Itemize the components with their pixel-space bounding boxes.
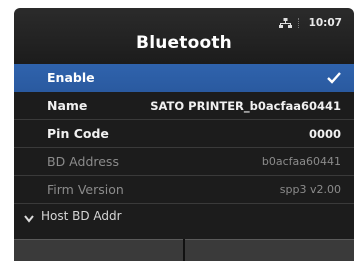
setting-pin-code[interactable]: Pin Code 0000 [14, 120, 354, 148]
setting-enable[interactable]: Enable [14, 64, 354, 92]
softkey-bar [14, 239, 354, 261]
clock: 10:07 [308, 17, 342, 29]
setting-label: BD Address [47, 154, 119, 169]
setting-label: Name [47, 98, 88, 113]
group-label: Host BD Addr [41, 209, 122, 223]
network-icon [278, 17, 292, 29]
page-title: Bluetooth [136, 33, 232, 53]
status-bar: 10:07 [278, 16, 342, 30]
setting-label: Enable [47, 70, 95, 85]
setting-value: spp3 v2.00 [279, 183, 341, 196]
setting-label: Firm Version [47, 182, 124, 197]
softkey-right[interactable] [185, 239, 354, 261]
setting-value: 0000 [308, 126, 341, 141]
setting-value: SATO PRINTER_b0acfaa60441 [150, 98, 341, 113]
printer-screen: 10:07 Bluetooth Enable Name SATO PRINTER… [14, 8, 354, 261]
settings-list: Enable Name SATO PRINTER_b0acfaa60441 Pi… [14, 64, 354, 228]
checkmark-icon [327, 71, 341, 84]
setting-value: b0acfaa60441 [261, 155, 341, 168]
setting-name[interactable]: Name SATO PRINTER_b0acfaa60441 [14, 92, 354, 120]
softkey-left[interactable] [14, 239, 183, 261]
chevron-down-icon [24, 212, 34, 223]
setting-bd-address: BD Address b0acfaa60441 [14, 148, 354, 176]
group-host-bd-addr[interactable]: Host BD Addr [14, 204, 354, 228]
setting-label: Pin Code [47, 126, 109, 141]
setting-firm-version: Firm Version spp3 v2.00 [14, 176, 354, 204]
separator [297, 18, 303, 28]
